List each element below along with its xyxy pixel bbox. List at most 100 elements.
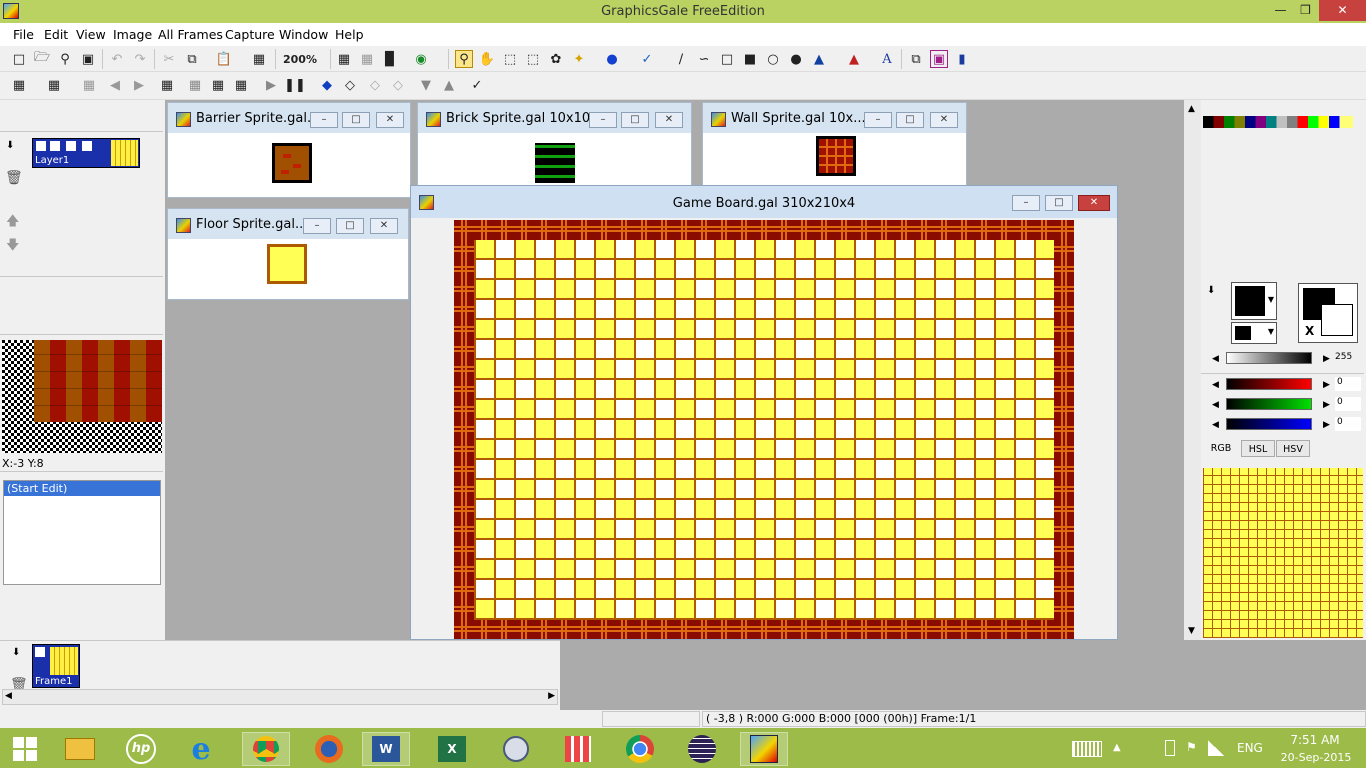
word-icon[interactable]: W <box>362 732 410 766</box>
board-canvas-area[interactable] <box>411 218 1117 639</box>
gradient-icon[interactable]: ▲ <box>845 50 863 68</box>
file-explorer-icon[interactable] <box>56 732 104 766</box>
zoom-select[interactable]: 200% <box>282 50 318 68</box>
green-value[interactable]: 0 <box>1335 397 1361 411</box>
rect-icon[interactable]: □ <box>718 50 736 68</box>
clear-icon[interactable]: ▦ <box>250 50 268 68</box>
frame-export-icon[interactable]: ▦ <box>232 76 250 94</box>
wall-sprite-window[interactable]: Wall Sprite.gal 10x... – □ ✕ <box>702 102 967 198</box>
dropper-icon[interactable]: ✓ <box>638 50 656 68</box>
green-slider[interactable] <box>1226 398 1312 410</box>
restore-button[interactable]: ❒ <box>1292 0 1319 21</box>
close-icon[interactable]: ✕ <box>376 112 404 128</box>
gray-value[interactable]: 255 <box>1335 352 1352 362</box>
frame-add-icon[interactable]: ▦ <box>158 76 176 94</box>
minimize-icon[interactable]: – <box>303 218 331 234</box>
prev-frame-icon[interactable]: ◀ <box>106 76 124 94</box>
tray-expand-icon[interactable]: ▲ <box>1113 742 1121 753</box>
frame-list-icon[interactable]: ▦ <box>45 76 63 94</box>
layer-down-icon[interactable]: 🡇 <box>6 236 19 258</box>
redo-icon[interactable]: ↷ <box>131 50 149 68</box>
save-icon[interactable]: ▣ <box>79 50 97 68</box>
preview-canvas[interactable] <box>2 340 162 453</box>
game-board-window[interactable]: Game Board.gal 310x210x4 – □ ✕ <box>410 185 1118 640</box>
flip-icon[interactable]: ✓ <box>468 76 486 94</box>
menu-all-frames[interactable]: All Frames <box>158 27 223 42</box>
onion-icon[interactable]: ◆ <box>318 76 336 94</box>
select-free-icon[interactable]: ⬚ <box>524 50 542 68</box>
up-arrow-icon[interactable]: ▲ <box>440 76 458 94</box>
palette-download-icon[interactable]: ⬇ <box>1207 285 1215 296</box>
minimize-icon[interactable]: – <box>1012 195 1040 211</box>
text-tool-icon[interactable]: A <box>878 50 896 68</box>
cut-icon[interactable]: ✂ <box>160 50 178 68</box>
pattern-preview[interactable] <box>1203 468 1363 638</box>
layer-row[interactable]: Layer1 <box>32 138 140 168</box>
red-value[interactable]: 0 <box>1335 377 1361 391</box>
start-icon[interactable] <box>1 732 49 766</box>
open-icon[interactable]: 🗁 <box>33 50 51 68</box>
zoom-tool-icon[interactable]: ⚲ <box>455 50 473 68</box>
red-slider[interactable] <box>1226 378 1312 390</box>
filled-rect-icon[interactable]: ■ <box>741 50 759 68</box>
clock-time[interactable]: 7:51 AM <box>1280 733 1350 747</box>
menu-help[interactable]: Help <box>335 27 364 42</box>
restore-icon[interactable]: □ <box>336 218 364 234</box>
fill-icon[interactable]: ▲ <box>810 50 828 68</box>
clock-date[interactable]: 20-Sep-2015 <box>1276 751 1356 764</box>
apps-grid-icon[interactable] <box>554 732 602 766</box>
brick-sprite-window[interactable]: Brick Sprite.gal 10x10... – □ ✕ <box>417 102 692 198</box>
keyboard-icon[interactable] <box>1072 741 1102 757</box>
primary-color[interactable]: ▼ <box>1231 282 1277 320</box>
eclipse-icon[interactable] <box>678 732 726 766</box>
undo-icon[interactable]: ↶ <box>108 50 126 68</box>
menu-capture[interactable]: Capture <box>225 27 275 42</box>
grid-icon[interactable]: ▦ <box>335 50 353 68</box>
close-icon[interactable]: ✕ <box>370 218 398 234</box>
filled-ellipse-icon[interactable]: ● <box>787 50 805 68</box>
menu-window[interactable]: Window <box>279 27 328 42</box>
tab-hsv[interactable]: HSV <box>1276 440 1310 457</box>
down-arrow-icon[interactable]: ▼ <box>417 76 435 94</box>
menu-edit[interactable]: Edit <box>44 27 68 42</box>
menu-image[interactable]: Image <box>113 27 152 42</box>
diamond-del-icon[interactable]: ◇ <box>366 76 384 94</box>
tab-hsl[interactable]: HSL <box>1241 440 1275 457</box>
chrome-app-icon[interactable] <box>242 732 290 766</box>
graphicsgale-taskbar-icon[interactable] <box>740 732 788 766</box>
layer-trash-icon[interactable]: 🗑 <box>5 170 23 186</box>
frame-download-icon[interactable]: ⬇ <box>12 647 20 658</box>
excel-icon[interactable]: X <box>428 732 476 766</box>
crop-icon[interactable]: ▉ <box>381 50 399 68</box>
close-icon[interactable]: ✕ <box>655 112 683 128</box>
frame-thumb[interactable]: Frame1 <box>32 644 80 688</box>
lasso-icon[interactable]: ✿ <box>547 50 565 68</box>
floor-sprite-window[interactable]: Floor Sprite.gal... – □ ✕ <box>167 208 409 300</box>
paste-icon[interactable]: 📋 <box>215 50 233 68</box>
mask-icon[interactable]: ▣ <box>930 50 948 68</box>
next-frame-icon[interactable]: ▶ <box>130 76 148 94</box>
restore-icon[interactable]: □ <box>621 112 649 128</box>
copy-icon[interactable]: ⧉ <box>183 50 201 68</box>
chrome-icon[interactable] <box>616 732 664 766</box>
flag-icon[interactable]: ⚑ <box>1186 740 1197 754</box>
history-item[interactable]: (Start Edit) <box>4 481 160 496</box>
layer-up-icon[interactable]: 🡅 <box>6 212 19 234</box>
restore-icon[interactable]: □ <box>342 112 370 128</box>
menu-view[interactable]: View <box>76 27 106 42</box>
menu-file[interactable]: File <box>13 27 34 42</box>
gray-slider[interactable] <box>1226 352 1312 364</box>
hp-icon[interactable]: hp <box>117 732 165 766</box>
pause-icon[interactable]: ❚❚ <box>284 76 306 94</box>
new-icon[interactable]: □ <box>10 50 28 68</box>
frame-dup-icon[interactable]: ▦ <box>209 76 227 94</box>
frames-scrollbar[interactable]: ◀ ▶ <box>2 689 558 705</box>
secondary-color[interactable]: ▼ <box>1231 322 1277 344</box>
frame-props-icon[interactable]: ▦ <box>10 76 28 94</box>
magic-wand-icon[interactable]: ✦ <box>570 50 588 68</box>
battery-icon[interactable] <box>1165 740 1175 756</box>
palette-strip[interactable] <box>1203 116 1353 128</box>
close-button[interactable]: ✕ <box>1319 0 1366 21</box>
restore-icon[interactable]: □ <box>1045 195 1073 211</box>
layer-copy-icon[interactable]: ⧉ <box>907 50 925 68</box>
